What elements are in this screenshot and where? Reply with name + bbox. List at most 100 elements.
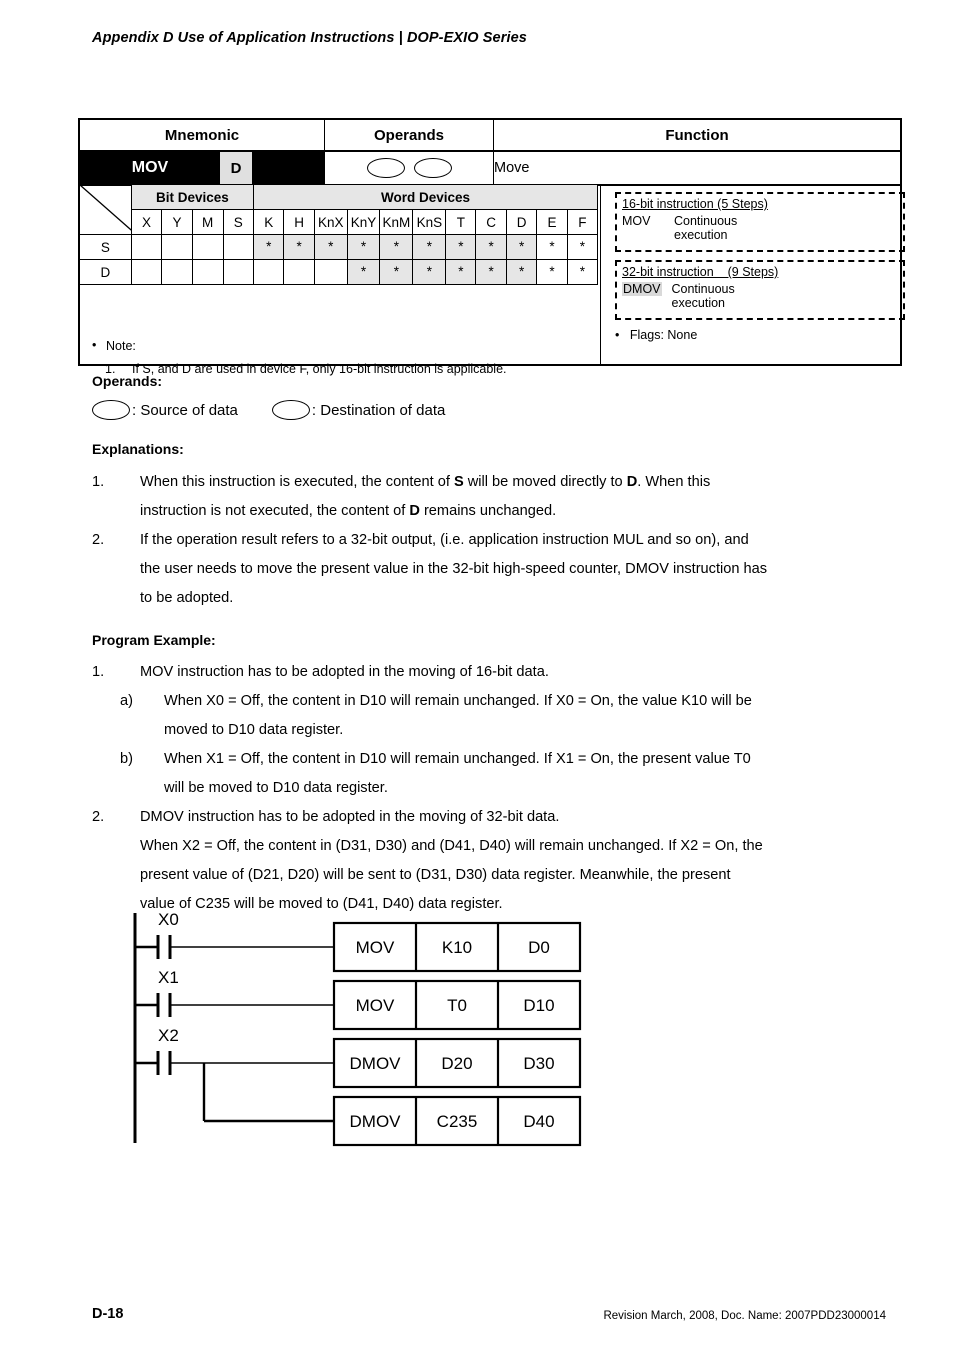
rung1-instruction: MOV: [356, 938, 395, 957]
table-data-row: MOV D Move: [78, 150, 902, 186]
info-16bit-execution: Continuous execution: [674, 214, 737, 243]
explanation-1-text-e: remains unchanged.: [419, 503, 557, 519]
explanation-1-line1: When this instruction is executed, the c…: [140, 468, 902, 497]
device-column-header-row: X Y M S K H KnX KnY KnM KnS T C D E F: [80, 209, 599, 235]
device-col-f: F: [566, 209, 599, 235]
info-16bit-exec-line1: Continuous: [674, 214, 738, 228]
device-col-t: T: [445, 209, 477, 235]
cell-d-s: [222, 259, 255, 285]
explanations-title: Explanations:: [92, 441, 184, 457]
device-col-x: X: [130, 209, 163, 235]
program-example-item-1b: b) When X1 = Off, the content in D10 wil…: [92, 745, 902, 803]
device-col-d: D: [505, 209, 538, 235]
diagonal-corner-cell: [80, 184, 132, 235]
info-32bit-op: DMOV: [622, 282, 662, 296]
cell-s-d: *: [505, 234, 538, 260]
rung4-source: C235: [437, 1112, 478, 1131]
example-2-marker: 2.: [92, 809, 105, 825]
program-example-item-1: 1. MOV instruction has to be adopted in …: [92, 658, 902, 687]
explanation-2-line2: the user needs to move the present value…: [140, 561, 768, 577]
header-operands: Operands: [324, 118, 494, 152]
operands-legend: : Source of data : Destination of data: [92, 400, 445, 420]
header-function: Function: [493, 118, 902, 152]
device-col-e: E: [536, 209, 568, 235]
rung3-source: D20: [441, 1054, 472, 1073]
cell-s-kny: *: [346, 234, 381, 260]
cell-s-knm: *: [379, 234, 414, 260]
cell-d-kns: *: [412, 259, 447, 285]
device-info-band: Bit Devices Word Devices X Y M S K H KnX…: [78, 184, 905, 376]
rung4-destination: D40: [523, 1112, 554, 1131]
cell-s-f: *: [566, 234, 599, 260]
device-col-kns: KnS: [412, 209, 447, 235]
cell-d-y: [161, 259, 193, 285]
cell-d-f: *: [566, 259, 599, 285]
note-bullet-icon: •: [92, 338, 97, 352]
cell-d-c: *: [475, 259, 507, 285]
device-col-k: K: [253, 209, 285, 235]
explanation-1-marker: 1.: [92, 474, 105, 490]
device-col-m: M: [191, 209, 224, 235]
mnemonic-label: MOV: [80, 152, 220, 184]
note-label: Note:: [106, 339, 136, 353]
example-2-line3: present value of (D21, D20) will be sent…: [140, 867, 731, 883]
device-col-kny: KnY: [346, 209, 381, 235]
rung3-destination: D30: [523, 1054, 554, 1073]
explanations-list: 1. When this instruction is executed, th…: [92, 468, 902, 613]
rung3-instruction-box: DMOV D20 D30: [332, 1037, 582, 1089]
info-32bit-title: 32-bit instruction (9 Steps): [622, 265, 779, 279]
example-2-line1: DMOV instruction has to be adopted in th…: [140, 809, 560, 825]
note-item-text: If S, and D are used in device F, only 1…: [132, 362, 507, 376]
example-1-marker: 1.: [92, 664, 105, 680]
ladder-diagram: X0 MOV K10 D0 X1 MOV T0 D10 X2 DMOV D20 …: [125, 905, 595, 1150]
destination-operand-icon: [413, 158, 452, 178]
cell-s-kns: *: [412, 234, 447, 260]
program-example-list: 1. MOV instruction has to be adopted in …: [92, 658, 902, 919]
destination-legend-label: : Destination of data: [311, 401, 446, 419]
info-16bit-title: 16-bit instruction (5 Steps): [622, 197, 768, 211]
rung3-contact-label: X2: [158, 1026, 179, 1045]
cell-s-t: *: [445, 234, 477, 260]
rung2-source: T0: [447, 996, 467, 1015]
device-row-label-s: S: [80, 234, 132, 260]
explanation-1-bold-d: D: [626, 474, 638, 490]
explanation-1-line2: instruction is not executed, the content…: [140, 497, 902, 526]
device-col-knx: KnX: [313, 209, 348, 235]
function-description: Move: [493, 150, 902, 186]
explanation-2-line3: to be adopted.: [140, 590, 234, 606]
d-flag-badge: D: [220, 152, 252, 184]
info-box-16bit: 16-bit instruction (5 Steps) MOV Continu…: [615, 192, 905, 252]
explanation-1-bold-d2: D: [409, 503, 420, 519]
device-col-knm: KnM: [379, 209, 414, 235]
cell-s-m: [191, 234, 224, 260]
example-1a-line1: When X0 = Off, the content in D10 will r…: [164, 693, 752, 709]
rung2-instruction: MOV: [356, 996, 395, 1015]
footer-page-number: D-18: [92, 1306, 124, 1322]
page-header: Appendix D Use of Application Instructio…: [92, 30, 527, 46]
rung1-source: K10: [442, 938, 472, 957]
footer-revision: Revision March, 2008, Doc. Name: 2007PDD…: [603, 1310, 886, 1322]
source-operand-icon: [366, 158, 405, 178]
info-32bit-execution: Continuous execution: [672, 282, 735, 311]
rung2-instruction-box: MOV T0 D10: [332, 979, 582, 1031]
example-2-line2: When X2 = Off, the content in (D31, D30)…: [140, 838, 763, 854]
cell-d-h: [283, 259, 315, 285]
instruction-info-panel: 16-bit instruction (5 Steps) MOV Continu…: [600, 184, 905, 364]
group-header-word-devices: Word Devices: [253, 184, 598, 210]
explanation-item-1: 1. When this instruction is executed, th…: [92, 468, 902, 526]
cell-s-c: *: [475, 234, 507, 260]
cell-s-y: [161, 234, 193, 260]
explanation-1-text-a: When this instruction is executed, the c…: [140, 474, 454, 490]
explanation-item-2: 2. If the operation result refers to a 3…: [92, 526, 902, 613]
device-row-label-d: D: [80, 259, 132, 285]
mnemonic-black-fill: [252, 152, 324, 184]
example-1a-line2: moved to D10 data register.: [164, 722, 344, 738]
cell-d-e: *: [536, 259, 568, 285]
explanation-1-text-c: . When this: [637, 474, 711, 490]
device-row-d: D * * * * * * * *: [80, 259, 599, 285]
device-matrix-table: Bit Devices Word Devices X Y M S K H KnX…: [80, 184, 599, 285]
mnemonic-cell: MOV D: [78, 150, 325, 186]
explanation-1-text-d: instruction is not executed, the content…: [140, 503, 410, 519]
device-col-s: S: [222, 209, 255, 235]
source-legend-label: : Source of data: [132, 401, 238, 419]
